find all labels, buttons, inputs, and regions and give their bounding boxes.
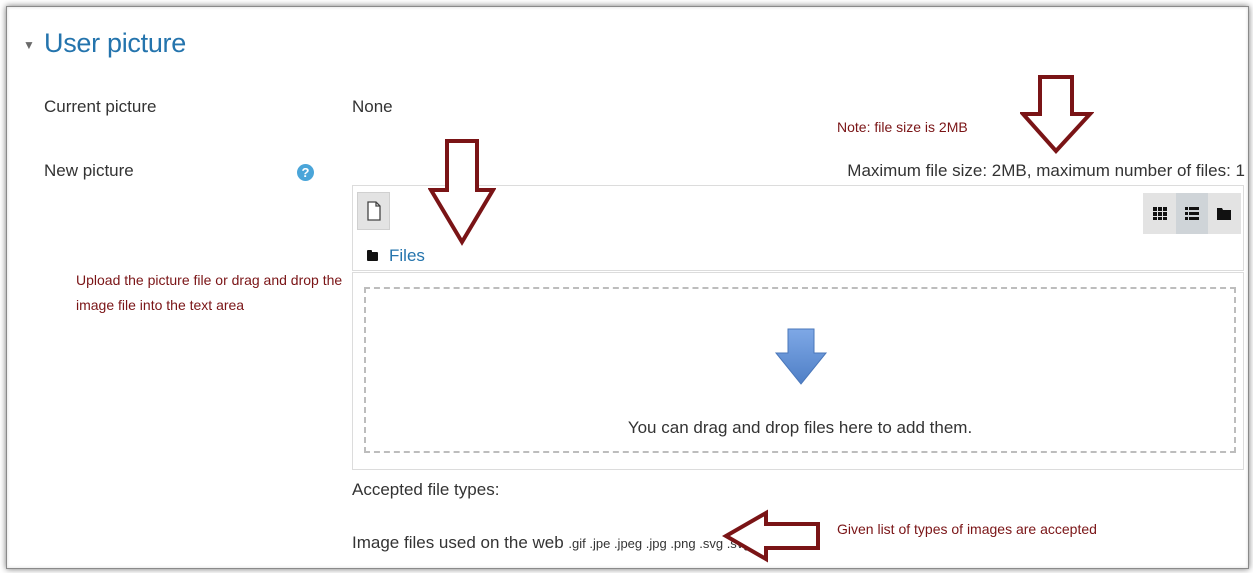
note-file-size-annotation: Note: file size is 2MB [837, 119, 968, 135]
upload-hint-line1: Upload the picture file or drag and drop… [76, 272, 343, 288]
annotation-down-arrow-icon [428, 139, 496, 246]
down-arrow-icon [774, 328, 828, 385]
view-mode-switcher [1143, 193, 1241, 234]
annotation-left-arrow-icon [722, 509, 820, 563]
section-title[interactable]: User picture [44, 28, 186, 59]
accepted-type-name: Image files used on the web [352, 533, 564, 552]
files-breadcrumb-link[interactable]: Files [389, 246, 425, 266]
help-icon[interactable]: ? [297, 164, 314, 181]
current-picture-label: Current picture [44, 97, 157, 116]
accepted-types-annotation: Given list of types of images are accept… [837, 521, 1097, 537]
drop-instructions: You can drag and drop files here to add … [627, 418, 973, 437]
accepted-types-title: Accepted file types: [352, 480, 500, 499]
new-picture-label: New picture [44, 161, 134, 180]
view-icons-button[interactable] [1144, 193, 1176, 234]
file-icon [367, 201, 381, 221]
folder-icon [1217, 208, 1231, 220]
grid-icon [1153, 207, 1167, 220]
current-picture-value: None [352, 97, 393, 116]
view-tree-button[interactable] [1208, 193, 1240, 234]
collapse-toggle-icon[interactable]: ▼ [23, 38, 35, 52]
max-file-size-text: Maximum file size: 2MB, maximum number o… [847, 161, 1245, 180]
add-file-button[interactable] [357, 192, 390, 230]
list-icon [1185, 207, 1199, 220]
accepted-types-line: Image files used on the web .gif .jpe .j… [352, 533, 757, 553]
view-list-button[interactable] [1176, 193, 1208, 234]
annotation-down-arrow-icon [1020, 75, 1094, 154]
folder-icon [367, 250, 378, 261]
upload-hint-line2: image file into the text area [76, 297, 245, 313]
